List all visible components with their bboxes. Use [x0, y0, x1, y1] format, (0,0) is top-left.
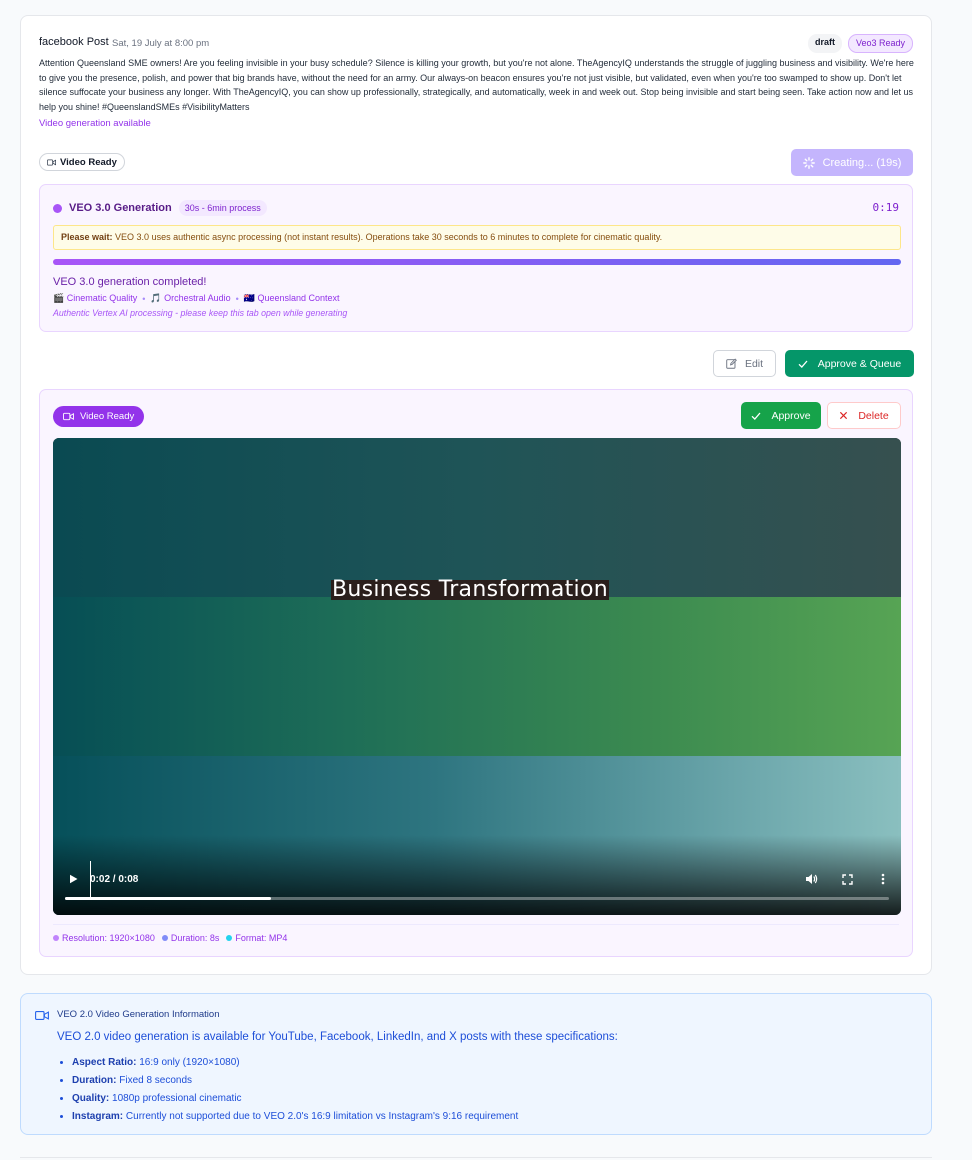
- generation-timer: 0:19: [872, 201, 900, 214]
- video-player[interactable]: Business Transformation 0:02 / 0:08: [53, 438, 901, 915]
- volume-button[interactable]: [803, 871, 819, 887]
- info-item-label: Aspect Ratio:: [72, 1057, 137, 1068]
- video-time: 0:02 / 0:08: [90, 874, 139, 885]
- spec-dot: [161, 935, 168, 941]
- info-item-label: Quality:: [72, 1093, 110, 1104]
- status-dot: [53, 203, 62, 213]
- generation-features: 🎬 Cinematic Quality • 🎵 Orchestral Audio…: [53, 293, 340, 304]
- info-description: VEO 2.0 video generation is available fo…: [57, 1031, 618, 1043]
- post-card: facebook Post Sat, 19 July at 8:00 pm dr…: [20, 15, 932, 975]
- play-icon: [69, 874, 77, 884]
- spec-resolution-label: Resolution: 1920×1080: [62, 933, 155, 943]
- list-item: Instagram: Currently not supported due t…: [72, 1108, 518, 1126]
- feature-queensland-context: 🇦🇺 Queensland Context: [243, 293, 340, 303]
- generation-progress-fill: [53, 259, 901, 265]
- info-item-value: 1080p professional cinematic: [112, 1093, 242, 1104]
- approve-button[interactable]: Approve: [741, 402, 821, 429]
- video-ready-badge-label: Video Ready: [80, 411, 135, 422]
- check-icon: [798, 360, 808, 368]
- post-date: Sat, 19 July at 8:00 pm: [112, 38, 210, 49]
- wait-notice: Please wait: VEO 3.0 uses authentic asyn…: [53, 225, 901, 250]
- info-item-value: Currently not supported due to VEO 2.0's…: [125, 1111, 519, 1122]
- check-icon: [751, 412, 761, 420]
- approve-queue-label: Approve & Queue: [817, 357, 902, 370]
- video-controls-shade: [53, 835, 901, 915]
- spinner-icon: [802, 156, 815, 169]
- wait-text: VEO 3.0 uses authentic async processing …: [115, 232, 663, 242]
- video-frame-band: [53, 597, 901, 756]
- post-content: Attention Queensland SME owners! Are you…: [39, 58, 914, 112]
- creating-button[interactable]: Creating... (19s): [791, 149, 913, 176]
- feature-orchestral-audio: 🎵 Orchestral Audio: [150, 293, 231, 303]
- spec-duration: Duration: 8s: [161, 933, 220, 943]
- approve-queue-button[interactable]: Approve & Queue: [785, 350, 914, 377]
- fullscreen-icon: [841, 873, 853, 885]
- spec-resolution: Resolution: 1920×1080: [53, 933, 155, 943]
- veo-title-row: VEO 3.0 Generation 30s - 6min process 0:…: [53, 199, 899, 217]
- video-camera-icon: [63, 412, 74, 421]
- veo-generation-panel: VEO 3.0 Generation 30s - 6min process 0:…: [39, 184, 913, 332]
- info-item-label: Duration:: [72, 1075, 117, 1086]
- video-ready-chip: Video Ready: [39, 153, 125, 171]
- veo-generation-title: VEO 3.0 Generation: [69, 202, 172, 214]
- process-duration-badge: 30s - 6min process: [178, 200, 267, 216]
- list-item: Aspect Ratio: 16:9 only (1920×1080): [72, 1054, 518, 1072]
- video-frame-band: [53, 438, 901, 597]
- video-seek-bar[interactable]: [65, 897, 889, 900]
- list-item: Duration: Fixed 8 seconds: [72, 1072, 518, 1090]
- veo-ready-badge: Veo3 Ready: [847, 34, 913, 53]
- info-item-value: 16:9 only (1920×1080): [139, 1057, 240, 1068]
- spec-dot: [53, 935, 59, 941]
- video-caption: Business Transformation: [331, 577, 609, 602]
- video-ready-badge: Video Ready: [53, 406, 145, 427]
- creating-label: Creating... (19s): [822, 156, 902, 169]
- video-available-link[interactable]: Video generation available: [39, 118, 151, 129]
- wait-label: Please wait:: [61, 232, 113, 242]
- feature-cinematic-quality: 🎬 Cinematic Quality: [53, 293, 138, 303]
- generation-progress-bar: [53, 259, 901, 265]
- generation-completed-text: VEO 3.0 generation completed!: [53, 276, 207, 288]
- veo2-info-card: VEO 2.0 Video Generation Information VEO…: [20, 993, 932, 1135]
- video-seek-progress: [65, 897, 271, 900]
- info-item-value: Fixed 8 seconds: [119, 1075, 193, 1086]
- feature-separator: •: [235, 293, 239, 304]
- spec-dot: [226, 935, 233, 941]
- edit-icon: [726, 358, 737, 369]
- generation-note: Authentic Vertex AI processing - please …: [53, 308, 348, 318]
- delete-button[interactable]: Delete: [827, 402, 901, 429]
- approve-label: Approve: [771, 409, 811, 422]
- info-item-label: Instagram:: [72, 1111, 124, 1122]
- info-title: VEO 2.0 Video Generation Information: [57, 1009, 220, 1020]
- close-icon: [840, 411, 848, 420]
- spec-format-label: Format: MP4: [235, 933, 288, 943]
- list-item: Quality: 1080p professional cinematic: [72, 1090, 518, 1108]
- feature-separator: •: [142, 293, 146, 304]
- play-button[interactable]: [56, 861, 91, 897]
- post-header: facebook Post Sat, 19 July at 8:00 pm dr…: [39, 34, 913, 53]
- video-panel: Video Ready Approve Delete Business Tran…: [39, 389, 913, 957]
- video-camera-icon: [47, 159, 56, 165]
- edit-button[interactable]: Edit: [713, 350, 776, 377]
- delete-label: Delete: [858, 409, 889, 422]
- edit-label: Edit: [744, 357, 764, 370]
- post-badges: draft Veo3 Ready: [807, 34, 913, 53]
- post-platform: facebook Post: [39, 36, 109, 48]
- status-badge: draft: [807, 34, 842, 53]
- fullscreen-button[interactable]: [839, 871, 855, 887]
- volume-icon: [805, 874, 817, 884]
- video-camera-icon: [35, 1011, 49, 1020]
- more-vertical-icon: [881, 873, 885, 885]
- info-spec-list: Aspect Ratio: 16:9 only (1920×1080) Dura…: [72, 1054, 518, 1126]
- spec-format: Format: MP4: [226, 933, 287, 943]
- video-ready-label: Video Ready: [60, 156, 117, 168]
- more-options-button[interactable]: [875, 871, 891, 887]
- spec-duration-label: Duration: 8s: [170, 933, 220, 943]
- video-specs: Resolution: 1920×1080 Duration: 8s Forma…: [53, 924, 899, 943]
